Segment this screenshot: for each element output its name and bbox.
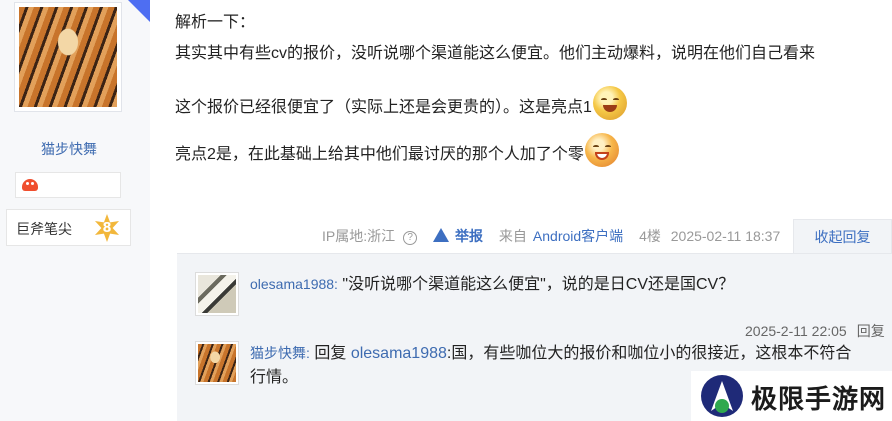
post-meta: IP属地:浙江? 举报 来自 Android客户端 4楼 2025-02-11 1… bbox=[322, 226, 786, 246]
reply-text: olesama1988: "没听说哪个渠道能这么便宜"，说的是日CV还是国CV？ bbox=[250, 272, 860, 297]
tiger-avatar-image bbox=[198, 344, 236, 382]
post-line-text: 这个报价已经很便宜了（实际上还是会更贵的）。这是亮点1 bbox=[175, 99, 592, 116]
level-title: 巨斧笔尖 bbox=[16, 221, 72, 237]
level-badge[interactable]: 巨斧笔尖 8 bbox=[6, 209, 131, 246]
reply-button[interactable]: 回复 bbox=[857, 323, 885, 339]
reply-timestamp: 2025-2-11 22:05 bbox=[745, 323, 847, 339]
reply-meta: 2025-2-11 22:05 回复 bbox=[745, 321, 885, 341]
post-line: 解析一下： bbox=[175, 14, 256, 31]
reply-avatar[interactable] bbox=[195, 272, 239, 316]
level-star-icon: 8 bbox=[94, 214, 120, 242]
reply-avatar[interactable] bbox=[195, 341, 239, 385]
reply-content: "没听说哪个渠道能这么便宜"，说的是日CV还是国CV？ bbox=[342, 276, 735, 293]
corner-badge-icon bbox=[128, 0, 150, 22]
floor-number: 4楼 bbox=[639, 228, 661, 244]
grin-emoji-icon bbox=[584, 133, 619, 167]
help-icon[interactable]: ? bbox=[403, 231, 418, 245]
level-number: 8 bbox=[102, 220, 112, 236]
tiger-avatar-image bbox=[19, 7, 117, 107]
smile-emoji-icon bbox=[592, 86, 627, 120]
ip-location: IP属地:浙江? bbox=[322, 228, 423, 245]
reply-target-user[interactable]: olesama1988 bbox=[351, 345, 447, 362]
reply-username[interactable]: olesama1988: bbox=[250, 276, 338, 292]
collapse-replies-button[interactable]: 收起回复 bbox=[793, 219, 892, 254]
site-watermark: 极限手游网 bbox=[691, 371, 892, 421]
author-sidebar: 猫步快舞 巨斧笔尖 8 bbox=[0, 0, 150, 421]
author-name[interactable]: 猫步快舞 bbox=[0, 139, 138, 159]
warning-icon bbox=[433, 228, 450, 242]
post-timestamp: 2025-02-11 18:37 bbox=[670, 228, 781, 244]
medal-box bbox=[15, 172, 121, 198]
post-line: 其实其中有些cv的报价，没听说哪个渠道能这么便宜。他们主动爆料，说明在他们自己看… bbox=[175, 45, 816, 62]
author-avatar[interactable] bbox=[14, 2, 122, 112]
post-line-text: 亮点2是，在此基础上给其中他们最讨厌的那个人加了个零 bbox=[175, 146, 584, 163]
client-source[interactable]: 来自 Android客户端 bbox=[499, 228, 629, 244]
reply-prefix: 回复 bbox=[314, 345, 347, 362]
site-logo-icon bbox=[701, 375, 743, 417]
post-line: 亮点2是，在此基础上给其中他们最讨厌的那个人加了个零 bbox=[175, 133, 619, 167]
reply-username[interactable]: 猫步快舞: bbox=[250, 345, 310, 361]
avatar-image bbox=[198, 275, 236, 313]
game-controller-icon[interactable] bbox=[22, 179, 38, 191]
report-link[interactable]: 举报 bbox=[433, 228, 489, 244]
watermark-text: 极限手游网 bbox=[751, 385, 887, 415]
post-line: 这个报价已经很便宜了（实际上还是会更贵的）。这是亮点1 bbox=[175, 86, 627, 120]
